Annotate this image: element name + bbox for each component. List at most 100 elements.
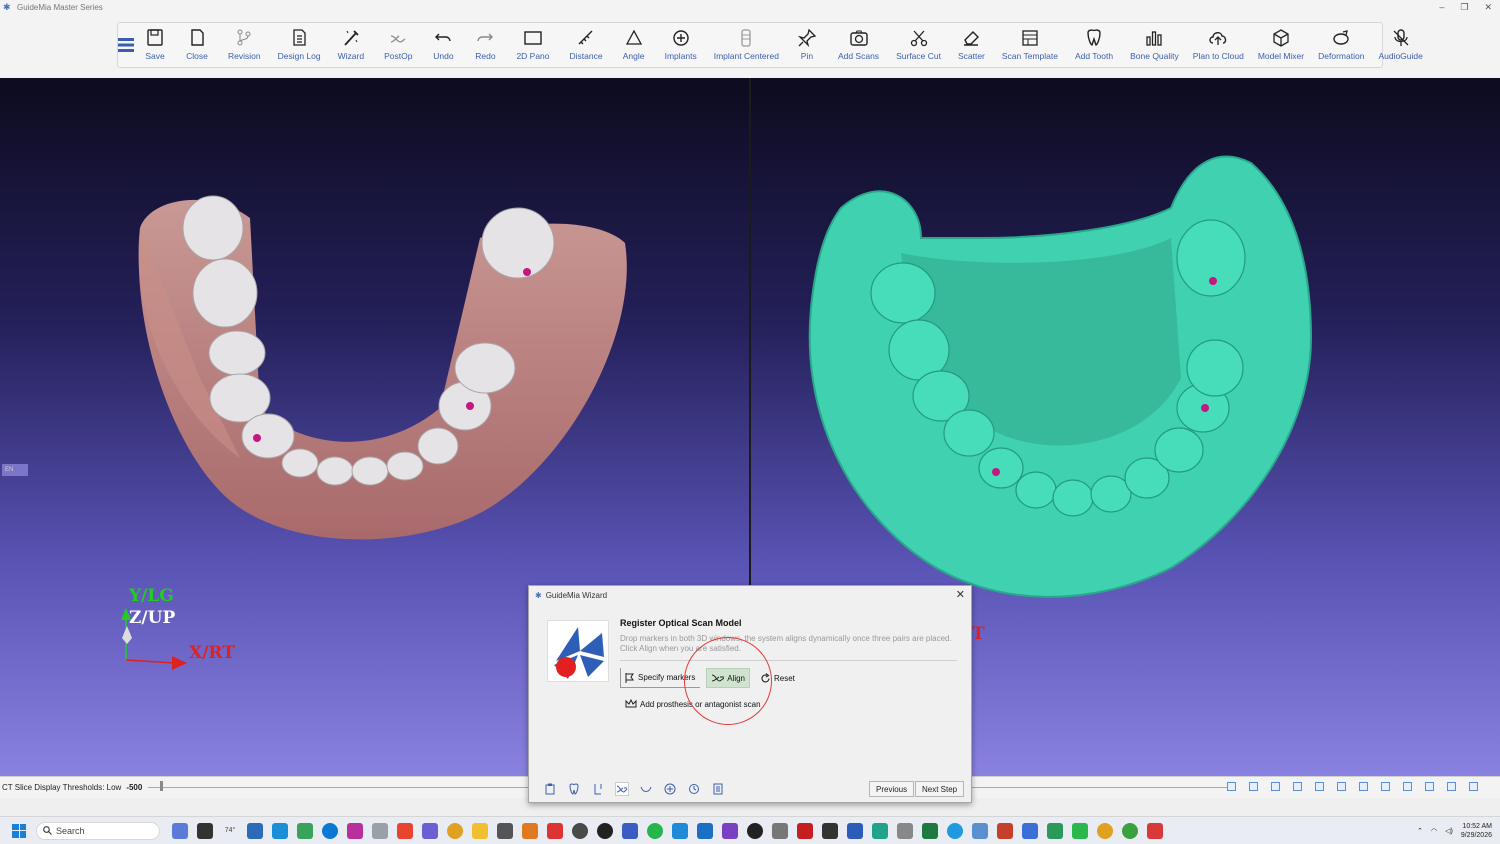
terminal-icon[interactable] [822, 822, 838, 839]
taskbar-app-icon[interactable] [522, 822, 538, 839]
chevron-up-icon[interactable]: ⌃ [1417, 827, 1423, 835]
taskbar-app-icon[interactable] [497, 822, 513, 839]
marker-point[interactable] [466, 402, 474, 410]
taskbar-search[interactable]: Search [36, 821, 160, 840]
pin-button[interactable]: Pin [786, 23, 828, 67]
layout-icon[interactable] [1469, 782, 1478, 791]
taskbar-app-icon[interactable] [1072, 822, 1088, 839]
edge-icon[interactable] [322, 822, 338, 839]
taskbar-app-icon[interactable] [1022, 822, 1038, 839]
step-tooth-icon[interactable] [567, 782, 581, 796]
layout-icon[interactable] [1271, 782, 1280, 791]
layout-icon[interactable] [1227, 782, 1236, 791]
revision-button[interactable]: Revision [218, 23, 271, 67]
taskbar-app-icon[interactable] [397, 822, 413, 839]
volume-icon[interactable]: ◁) [1445, 827, 1453, 835]
vscode-icon[interactable] [672, 822, 688, 839]
postop-button[interactable]: PostOp [374, 23, 422, 67]
layout-icon[interactable] [1447, 782, 1456, 791]
file-explorer-icon[interactable] [472, 822, 488, 839]
2d-pano-button[interactable]: 2D Pano [506, 23, 559, 67]
audioguide-button[interactable]: AudioGuide [1371, 23, 1429, 67]
add-scans-button[interactable]: Add Scans [828, 23, 889, 67]
taskbar-app-icon[interactable] [297, 822, 313, 839]
redo-button[interactable]: Redo [464, 23, 506, 67]
undo-button[interactable]: Undo [422, 23, 464, 67]
maximize-icon[interactable]: ❐ [1460, 0, 1468, 14]
taskbar-app-icon[interactable] [622, 822, 638, 839]
marker-point[interactable] [992, 468, 1000, 476]
taskbar-app-icon[interactable] [772, 822, 788, 839]
taskbar-app-icon[interactable] [372, 822, 388, 839]
chrome-icon[interactable] [447, 822, 463, 839]
teams-icon[interactable] [422, 822, 438, 839]
acrobat-icon[interactable] [797, 822, 813, 839]
wizard-button[interactable]: Wizard [328, 23, 374, 67]
marker-point[interactable] [1201, 404, 1209, 412]
layout-icon[interactable] [1249, 782, 1258, 791]
chrome-icon[interactable] [1097, 822, 1113, 839]
taskbar-app-icon[interactable] [547, 822, 563, 839]
close-button[interactable]: Close [176, 23, 218, 67]
taskbar-app-icon[interactable] [872, 822, 888, 839]
layout-icon[interactable] [1403, 782, 1412, 791]
chrome-icon[interactable] [1122, 822, 1138, 839]
guidemia-taskbar-icon[interactable] [1147, 822, 1163, 839]
marker-point[interactable] [523, 268, 531, 276]
step-align-icon[interactable] [615, 782, 629, 796]
taskbar-app-icon[interactable] [272, 822, 288, 839]
weather-widget[interactable]: 74° [222, 822, 238, 839]
chatgpt-icon[interactable] [597, 822, 613, 839]
taskbar-app-icon[interactable] [572, 822, 588, 839]
visual-studio-icon[interactable] [722, 822, 738, 839]
excel-icon[interactable] [922, 822, 938, 839]
taskbar-app-icon[interactable] [347, 822, 363, 839]
layout-icon[interactable] [1293, 782, 1302, 791]
bone-quality-button[interactable]: Bone Quality [1123, 23, 1186, 67]
taskbar-app-icon[interactable] [247, 822, 263, 839]
hamburger-menu-button[interactable] [118, 23, 134, 67]
add-tooth-button[interactable]: Add Tooth [1065, 23, 1123, 67]
implant-centered-button[interactable]: Implant Centered [707, 23, 786, 67]
taskbar-app-icon[interactable] [947, 822, 963, 839]
threshold-slider-thumb[interactable] [160, 781, 163, 791]
implants-button[interactable]: Implants [655, 23, 707, 67]
angle-button[interactable]: Angle [613, 23, 655, 67]
step-implant-icon[interactable] [663, 782, 677, 796]
step-document-icon[interactable] [711, 782, 725, 796]
clock[interactable]: 10:52 AM 9/29/2026 [1461, 822, 1492, 840]
deformation-button[interactable]: Deformation [1311, 23, 1371, 67]
layout-icon[interactable] [1359, 782, 1368, 791]
plan-to-cloud-button[interactable]: Plan to Cloud [1186, 23, 1251, 67]
next-step-button[interactable]: Next Step [915, 781, 965, 797]
taskbar-app-icon[interactable] [972, 822, 988, 839]
step-clipboard-icon[interactable] [543, 782, 557, 796]
taskbar-app-icon[interactable] [1047, 822, 1063, 839]
step-scan-icon[interactable] [591, 782, 605, 796]
scan-template-button[interactable]: Scan Template [995, 23, 1065, 67]
scatter-button[interactable]: Scatter [948, 23, 995, 67]
close-window-icon[interactable]: ✕ [1484, 0, 1492, 14]
step-arch-icon[interactable] [639, 782, 653, 796]
layout-icon[interactable] [1337, 782, 1346, 791]
taskbar-app-icon[interactable] [172, 822, 188, 839]
marker-point[interactable] [1209, 277, 1217, 285]
wizard-close-icon[interactable]: ✕ [956, 588, 965, 601]
save-button[interactable]: Save [134, 23, 176, 67]
surface-cut-button[interactable]: Surface Cut [889, 23, 948, 67]
outlook-icon[interactable] [697, 822, 713, 839]
design-log-button[interactable]: Design Log [271, 23, 328, 67]
taskbar-app-icon[interactable] [197, 822, 213, 839]
previous-button[interactable]: Previous [869, 781, 915, 797]
step-refresh-icon[interactable] [687, 782, 701, 796]
minimize-icon[interactable]: – [1439, 0, 1444, 14]
model-mixer-button[interactable]: Model Mixer [1251, 23, 1311, 67]
wifi-icon[interactable]: ◠ [1431, 827, 1437, 835]
distance-button[interactable]: Distance [560, 23, 613, 67]
word-icon[interactable] [847, 822, 863, 839]
taskbar-app-icon[interactable] [897, 822, 913, 839]
layout-icon[interactable] [1381, 782, 1390, 791]
taskbar-app-icon[interactable] [997, 822, 1013, 839]
layout-icon[interactable] [1315, 782, 1324, 791]
start-button[interactable] [12, 823, 26, 838]
